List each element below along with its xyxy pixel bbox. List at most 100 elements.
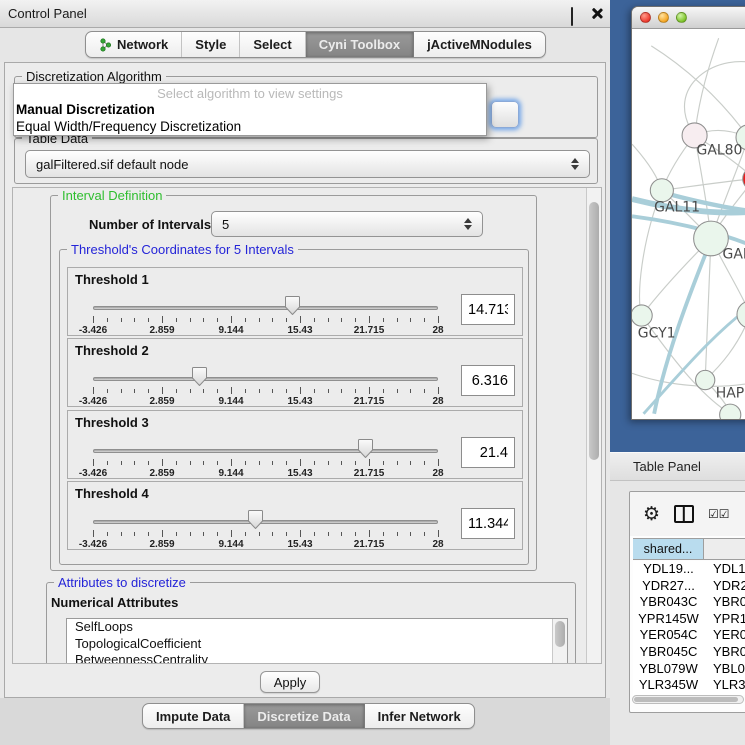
network-edge[interactable] <box>632 373 745 386</box>
tab-network[interactable]: Network <box>86 32 182 57</box>
table-row[interactable]: YBR045C YBR0 <box>633 644 745 661</box>
network-graph-canvas[interactable]: GAL80GACGAL11GAL4GCY1HHAP2 <box>632 29 745 420</box>
tab-impute-data[interactable]: Impute Data <box>143 704 244 728</box>
threshold-value-field[interactable] <box>461 294 515 325</box>
tick-label: 21.715 <box>354 539 385 550</box>
num-intervals-combobox[interactable]: 5 <box>211 211 483 237</box>
table-header-row: shared... na <box>633 538 745 560</box>
network-node[interactable] <box>632 305 652 326</box>
threshold-value-field[interactable] <box>461 437 515 468</box>
cell-shared-name: YDR27... <box>633 578 704 595</box>
table-rows[interactable]: YDL19... YDL1 YDR27... YDR2 YBR043C YBR0… <box>633 561 745 695</box>
slider-handle[interactable] <box>191 366 208 387</box>
slider-handle[interactable] <box>247 509 264 530</box>
tick-label: 15.43 <box>287 539 312 550</box>
tick-label: 9.144 <box>218 396 243 407</box>
threshold-slider[interactable]: -3.4262.8599.14415.4321.71528 <box>93 437 438 479</box>
scrollbar-thumb[interactable] <box>634 697 738 702</box>
tick-label: 28 <box>432 396 443 407</box>
close-icon[interactable] <box>591 8 602 19</box>
threshold-value-field[interactable] <box>461 365 515 396</box>
network-edge[interactable] <box>632 216 745 250</box>
table-row[interactable]: YDL19... YDL1 <box>633 561 745 578</box>
threshold-slider[interactable]: -3.4262.8599.14415.4321.71528 <box>93 365 438 407</box>
table-row[interactable]: YPR145W YPR1 <box>633 611 745 628</box>
table-toolbar: ⚙ ☑☑ <box>630 492 745 536</box>
numerical-attributes-list[interactable]: SelfLoops TopologicalCoefficient Between… <box>66 618 568 664</box>
threshold-label: Threshold 4 <box>75 486 149 501</box>
tick-label: 2.859 <box>149 539 174 550</box>
table-row[interactable]: YDR27... YDR2 <box>633 578 745 595</box>
network-node[interactable] <box>650 179 673 202</box>
close-traffic-light-icon[interactable] <box>640 12 651 23</box>
slider-track[interactable] <box>93 377 438 381</box>
tick-label: 2.859 <box>149 468 174 479</box>
list-scrollbar[interactable] <box>552 619 567 664</box>
list-item[interactable]: SelfLoops <box>67 619 567 636</box>
minimize-traffic-light-icon[interactable] <box>658 12 669 23</box>
list-item[interactable]: BetweennessCentrality <box>67 652 567 664</box>
cyni-toolbox-panel: Discretization Algorithm Select algorith… <box>4 62 606 698</box>
tick-label: 21.715 <box>354 325 385 336</box>
select-columns-icon[interactable]: ☑☑ <box>708 507 730 521</box>
popup-option-manual[interactable]: Manual Discretization <box>16 102 155 117</box>
table-row[interactable]: YER054C YER0 <box>633 627 745 644</box>
tab-infer-network[interactable]: Infer Network <box>365 704 474 728</box>
network-edge[interactable] <box>695 38 719 135</box>
tick-label: -3.426 <box>79 468 107 479</box>
threshold-slider[interactable]: -3.4262.8599.14415.4321.71528 <box>93 294 438 336</box>
node-label: HAP2 <box>716 385 745 401</box>
group-title: Threshold's Coordinates for 5 Intervals <box>67 242 298 257</box>
tick-label: 15.43 <box>287 468 312 479</box>
threshold-slider[interactable]: -3.4262.8599.14415.4321.71528 <box>93 508 438 550</box>
cell-shared-name: YBR045C <box>633 644 704 661</box>
network-edge[interactable] <box>705 238 711 380</box>
tab-cyni-toolbox[interactable]: Cyni Toolbox <box>306 32 414 57</box>
tab-label: Style <box>195 37 226 52</box>
tick-label: 28 <box>432 325 443 336</box>
column-header-name[interactable]: na <box>704 539 745 559</box>
node-label: GCY1 <box>638 326 676 342</box>
table-row[interactable]: YBL079W YBL0 <box>633 661 745 678</box>
table-row[interactable]: YBR043C YBR0 <box>633 594 745 611</box>
algorithm-combobox-button[interactable] <box>491 101 519 128</box>
slider-track[interactable] <box>93 449 438 453</box>
table-horizontal-scrollbar[interactable] <box>632 695 744 704</box>
panel-scrollbar[interactable] <box>586 188 601 663</box>
slider-handle[interactable] <box>284 295 301 316</box>
tab-jactivemnodules[interactable]: jActiveMNodules <box>414 32 545 57</box>
tab-discretize-data[interactable]: Discretize Data <box>244 704 364 728</box>
tick-label: 2.859 <box>149 325 174 336</box>
network-node[interactable] <box>696 370 715 389</box>
thresholds-group: Threshold's Coordinates for 5 Intervals … <box>59 249 529 565</box>
tick-label: 9.144 <box>218 468 243 479</box>
slider-track[interactable] <box>93 520 438 524</box>
popup-option-equal-width[interactable]: Equal Width/Frequency Discretization <box>16 119 241 134</box>
gear-icon[interactable]: ⚙ <box>643 505 660 524</box>
cell-name: YDR2 <box>704 578 745 595</box>
table-panel-titlebar: Table Panel <box>610 452 745 481</box>
tick-label: 21.715 <box>354 396 385 407</box>
table-data-combobox[interactable]: galFiltered.sif default node <box>25 150 590 178</box>
column-header-shared-name[interactable]: shared... <box>633 539 704 559</box>
scrollbar-thumb[interactable] <box>589 202 599 460</box>
list-item[interactable]: TopologicalCoefficient <box>67 636 567 653</box>
float-window-icon[interactable] <box>571 8 582 19</box>
network-edge[interactable] <box>705 315 745 380</box>
threshold-1-panel: Threshold 1 -3.4262.8599.14415.4321.7152… <box>67 267 523 336</box>
apply-button[interactable]: Apply <box>260 671 320 693</box>
network-view-window[interactable]: GAL80GACGAL11GAL4GCY1HHAP2 <box>631 6 745 420</box>
split-columns-icon[interactable] <box>674 505 694 523</box>
tab-style[interactable]: Style <box>182 32 240 57</box>
threshold-value-field[interactable] <box>461 508 515 539</box>
node-label: GAL11 <box>654 200 700 216</box>
zoom-traffic-light-icon[interactable] <box>676 12 687 23</box>
cell-shared-name: YLR345W <box>633 677 704 694</box>
slider-handle[interactable] <box>357 438 374 459</box>
network-node[interactable] <box>737 301 745 328</box>
table-row[interactable]: YLR345W YLR3 <box>633 677 745 694</box>
tab-label: Network <box>117 37 168 52</box>
tab-select[interactable]: Select <box>240 32 305 57</box>
slider-track[interactable] <box>93 306 438 310</box>
network-node[interactable] <box>720 404 741 420</box>
